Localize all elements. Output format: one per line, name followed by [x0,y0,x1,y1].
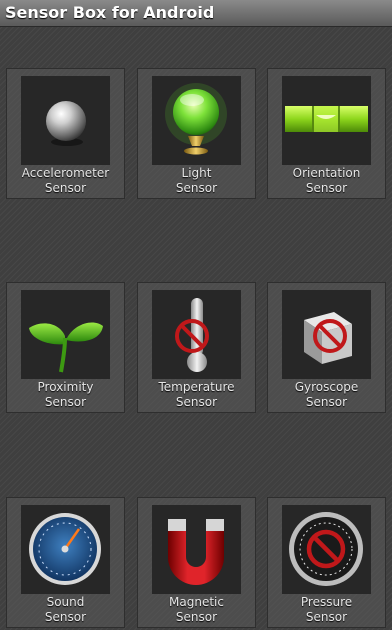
tile-label-line1: Accelerometer [21,166,110,180]
tile-label-line1: Proximity [37,380,94,394]
tile-label-line1: Magnetic [169,595,224,609]
spirit-level-icon [285,106,368,132]
gyroscope-icon-box [282,290,371,379]
tile-label-line1: Light [181,166,212,180]
sound-icon-box [21,505,110,594]
tile-label-line1: Orientation [292,166,361,180]
tile-label-line2: Sensor [175,181,218,195]
orientation-icon-box [282,76,371,165]
thermometer-unavailable-icon [175,298,209,372]
light-icon-box [152,76,241,165]
title-bar: Sensor Box for Android [0,0,392,27]
light-sensor-tile[interactable]: Light Sensor [137,68,256,199]
tile-label-line2: Sensor [44,395,87,409]
sprout-icon [29,322,103,373]
tile-label-line1: Temperature [158,380,235,394]
proximity-icon-box [21,290,110,379]
magnetic-sensor-tile[interactable]: Magnetic Sensor [137,497,256,628]
silver-ball-icon [46,101,86,146]
green-crystal-ball-icon [165,83,227,155]
temperature-icon-box [152,290,241,379]
tile-label-line2: Sensor [305,610,348,624]
magnet-icon [168,519,224,585]
gyroscope-sensor-tile[interactable]: Gyroscope Sensor [267,282,386,413]
orientation-sensor-tile[interactable]: Orientation Sensor [267,68,386,199]
tile-label-line1: Gyroscope [294,380,359,394]
magnetic-icon-box [152,505,241,594]
tile-label-line2: Sensor [44,181,87,195]
app-title: Sensor Box for Android [5,3,215,22]
tile-label-line2: Sensor [305,181,348,195]
pressure-gauge-unavailable-icon [289,512,363,586]
tile-label-line2: Sensor [175,610,218,624]
pressure-sensor-tile[interactable]: Pressure Sensor [267,497,386,628]
cube-unavailable-icon [304,312,352,364]
tile-label-line2: Sensor [175,395,218,409]
tile-label-line2: Sensor [305,395,348,409]
accelerometer-sensor-tile[interactable]: Accelerometer Sensor [6,68,125,199]
temperature-sensor-tile[interactable]: Temperature Sensor [137,282,256,413]
tile-label-line1: Pressure [300,595,353,609]
tile-label-line2: Sensor [44,610,87,624]
tile-label-line1: Sound [46,595,85,609]
sound-gauge-icon [29,513,101,585]
sound-sensor-tile[interactable]: Sound Sensor [6,497,125,628]
pressure-icon-box [282,505,371,594]
accelerometer-icon-box [21,76,110,165]
proximity-sensor-tile[interactable]: Proximity Sensor [6,282,125,413]
